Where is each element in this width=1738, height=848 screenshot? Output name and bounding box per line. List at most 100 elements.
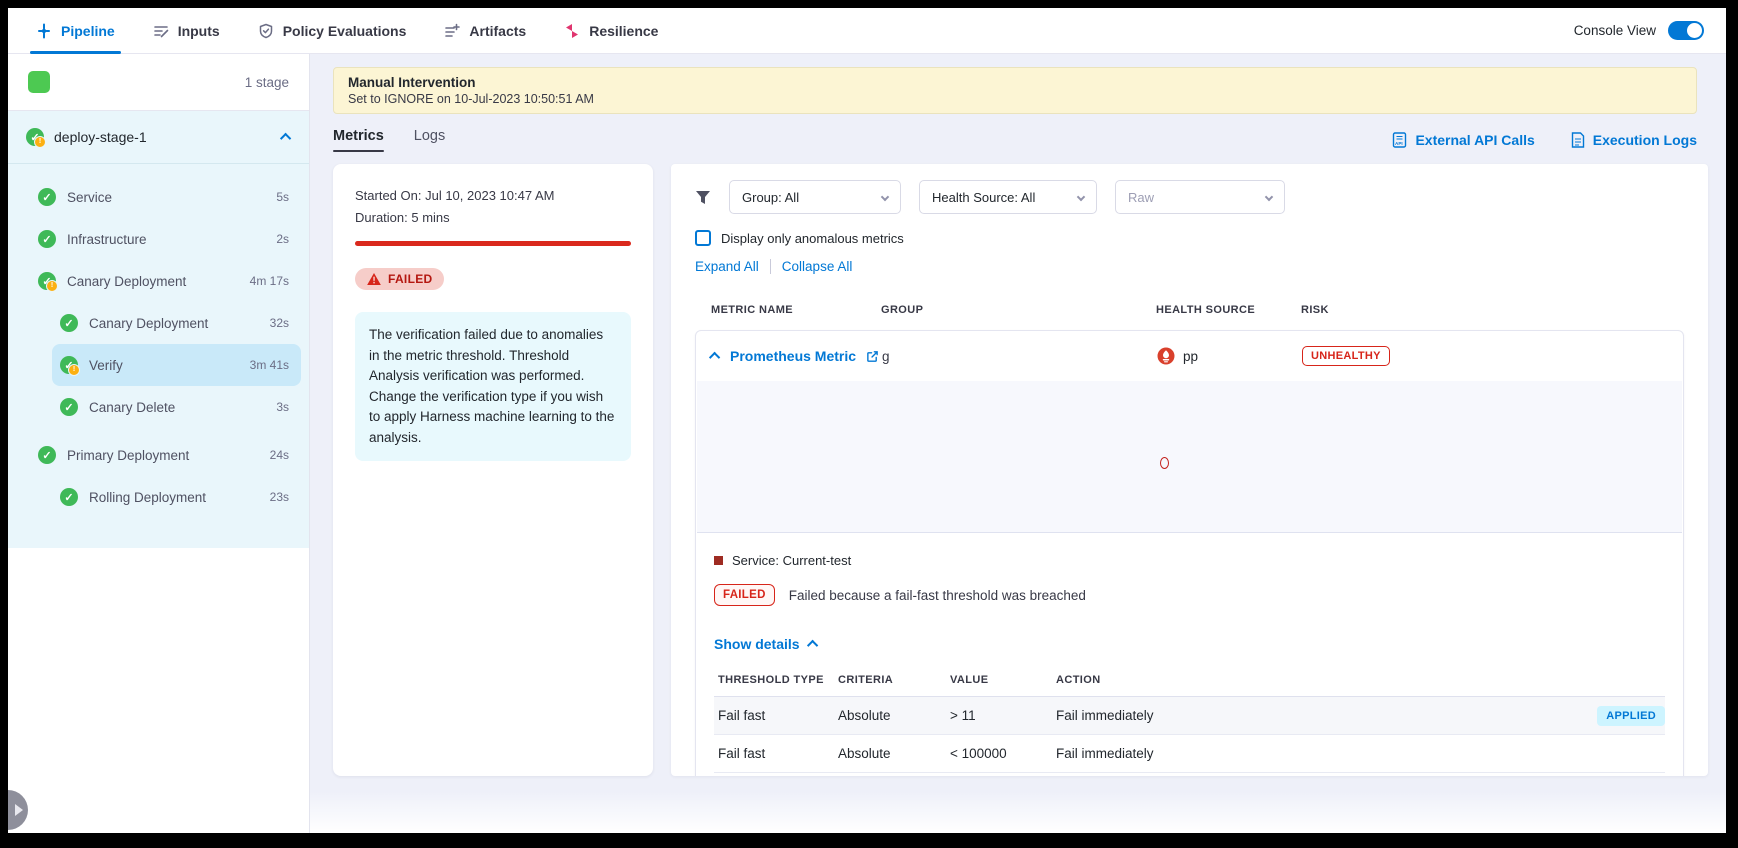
step-duration: 5s <box>276 190 289 204</box>
step-verify-selected[interactable]: Verify 3m 41s <box>52 344 301 386</box>
expand-collapse-row: Expand All Collapse All <box>695 259 1684 274</box>
tab-inputs[interactable]: Inputs <box>153 8 220 54</box>
step-canary-deployment-group[interactable]: Canary Deployment 4m 17s <box>8 260 309 302</box>
health-source-value: pp <box>1183 349 1198 364</box>
started-on: Started On: Jul 10, 2023 10:47 AM <box>355 188 631 203</box>
step-label: Infrastructure <box>67 232 147 247</box>
stage-row-deploy-stage-1[interactable]: deploy-stage-1 <box>8 111 309 163</box>
step-label: Rolling Deployment <box>89 490 206 505</box>
step-primary-deployment[interactable]: Primary Deployment 24s <box>8 434 309 476</box>
external-link-icon[interactable] <box>866 350 879 363</box>
success-warning-icon <box>60 356 78 374</box>
col-criteria: CRITERIA <box>838 674 950 686</box>
legend-label: Service: Current-test <box>732 553 851 568</box>
collapse-row-chevron-icon[interactable] <box>709 352 720 363</box>
step-canary-delete[interactable]: Canary Delete 3s <box>8 386 309 428</box>
artifacts-icon <box>444 23 460 39</box>
tab-pipeline[interactable]: Pipeline <box>36 8 115 54</box>
anomalous-checkbox[interactable] <box>695 230 711 246</box>
chevron-up-icon[interactable] <box>280 133 291 144</box>
success-icon <box>60 488 78 506</box>
col-metric-name: METRIC NAME <box>711 304 881 316</box>
screen-frame: Pipeline Inputs Policy Evaluations Artif… <box>0 0 1738 848</box>
step-label: Primary Deployment <box>67 448 189 463</box>
main-content: Manual Intervention Set to IGNORE on 10-… <box>310 54 1726 833</box>
metric-view-select[interactable]: Raw <box>1115 180 1285 214</box>
link-label: Execution Logs <box>1593 132 1697 148</box>
execution-sidebar: 1 stage deploy-stage-1 Service 5s Infras… <box>8 54 310 833</box>
threshold-table-header: THRESHOLD TYPE CRITERIA VALUE ACTION <box>714 674 1665 697</box>
stage-name: deploy-stage-1 <box>54 129 147 145</box>
threshold-table: THRESHOLD TYPE CRITERIA VALUE ACTION Fai… <box>714 674 1665 776</box>
chevron-down-icon <box>881 193 889 201</box>
step-duration: 2s <box>276 232 289 246</box>
group-filter-value: Group: All <box>742 190 799 205</box>
toggle-knob <box>1687 23 1702 38</box>
banner-subtitle: Set to IGNORE on 10-Jul-2023 10:50:51 AM <box>348 92 1682 106</box>
risk-badge-unhealthy: UNHEALTHY <box>1302 346 1390 366</box>
metric-row[interactable]: Prometheus Metric g pp UNHEAL <box>696 331 1683 381</box>
anomaly-point-marker <box>1160 457 1169 469</box>
step-label: Canary Deployment <box>89 316 208 331</box>
panel-tabs-row: Metrics Logs API External API Calls Exec… <box>333 128 1697 152</box>
step-service[interactable]: Service 5s <box>8 176 309 218</box>
step-duration: 32s <box>270 316 289 330</box>
console-view-label: Console View <box>1574 23 1656 38</box>
step-canary-deployment[interactable]: Canary Deployment 32s <box>8 302 309 344</box>
stage-block: deploy-stage-1 Service 5s Infrastructure… <box>8 111 309 548</box>
resilience-icon <box>564 23 580 39</box>
metric-chart[interactable] <box>697 381 1682 533</box>
success-icon <box>38 188 56 206</box>
inputs-icon <box>153 23 169 39</box>
step-rolling-deployment[interactable]: Rolling Deployment 23s <box>8 476 309 518</box>
cell-action: Fail immediately <box>1056 708 1585 723</box>
anomalous-checkbox-label: Display only anomalous metrics <box>721 231 904 246</box>
success-icon <box>38 446 56 464</box>
cell-criteria: Absolute <box>838 746 950 761</box>
shield-check-icon <box>258 23 274 39</box>
col-value: VALUE <box>950 674 1056 686</box>
step-infrastructure[interactable]: Infrastructure 2s <box>8 218 309 260</box>
nav-tab-label: Resilience <box>589 23 658 39</box>
tab-logs[interactable]: Logs <box>414 128 445 152</box>
success-warning-icon <box>38 272 56 290</box>
tab-artifacts[interactable]: Artifacts <box>444 8 526 54</box>
metric-view-placeholder: Raw <box>1128 190 1154 205</box>
nav-tab-label: Pipeline <box>61 23 115 39</box>
external-api-calls-link[interactable]: API External API Calls <box>1392 132 1534 149</box>
console-view-toggle[interactable] <box>1668 21 1704 40</box>
threshold-row: Fail fast Absolute > 11 Fail immediately… <box>714 697 1665 735</box>
execution-logs-link[interactable]: Execution Logs <box>1571 132 1697 149</box>
verification-message: The verification failed due to anomalies… <box>355 312 631 461</box>
prometheus-icon <box>1157 347 1175 365</box>
anomalous-filter-row: Display only anomalous metrics <box>695 230 1684 246</box>
col-health-source: HEALTH SOURCE <box>1156 304 1301 316</box>
failure-reason-row: FAILED Failed because a fail-fast thresh… <box>714 584 1665 606</box>
banner-title: Manual Intervention <box>348 75 1682 90</box>
steps-list: Service 5s Infrastructure 2s Canary Depl… <box>8 164 309 518</box>
chevron-up-icon <box>807 640 818 651</box>
top-nav: Pipeline Inputs Policy Evaluations Artif… <box>8 8 1726 54</box>
expand-all-link[interactable]: Expand All <box>695 259 759 274</box>
metric-row-card: Prometheus Metric g pp UNHEAL <box>695 330 1684 776</box>
metric-name-link[interactable]: Prometheus Metric <box>730 348 856 364</box>
health-source-filter-select[interactable]: Health Source: All <box>919 180 1097 214</box>
chart-legend: Service: Current-test <box>714 553 1665 568</box>
collapse-all-link[interactable]: Collapse All <box>782 259 853 274</box>
failed-status-badge: FAILED <box>355 268 444 290</box>
step-duration: 4m 17s <box>250 274 289 288</box>
cell-threshold-type: Fail fast <box>718 708 838 723</box>
step-duration: 3s <box>276 400 289 414</box>
tab-resilience[interactable]: Resilience <box>564 8 658 54</box>
step-duration: 24s <box>270 448 289 462</box>
verification-summary-card: Started On: Jul 10, 2023 10:47 AM Durati… <box>333 164 653 776</box>
warning-triangle-icon <box>367 273 381 285</box>
tab-metrics[interactable]: Metrics <box>333 128 384 152</box>
show-details-link[interactable]: Show details <box>714 636 1665 652</box>
success-icon <box>60 398 78 416</box>
group-filter-select[interactable]: Group: All <box>729 180 901 214</box>
failed-outline-badge: FAILED <box>714 584 775 606</box>
step-label: Canary Deployment <box>67 274 186 289</box>
tab-policy-evaluations[interactable]: Policy Evaluations <box>258 8 407 54</box>
content-row: Started On: Jul 10, 2023 10:47 AM Durati… <box>333 164 1708 776</box>
